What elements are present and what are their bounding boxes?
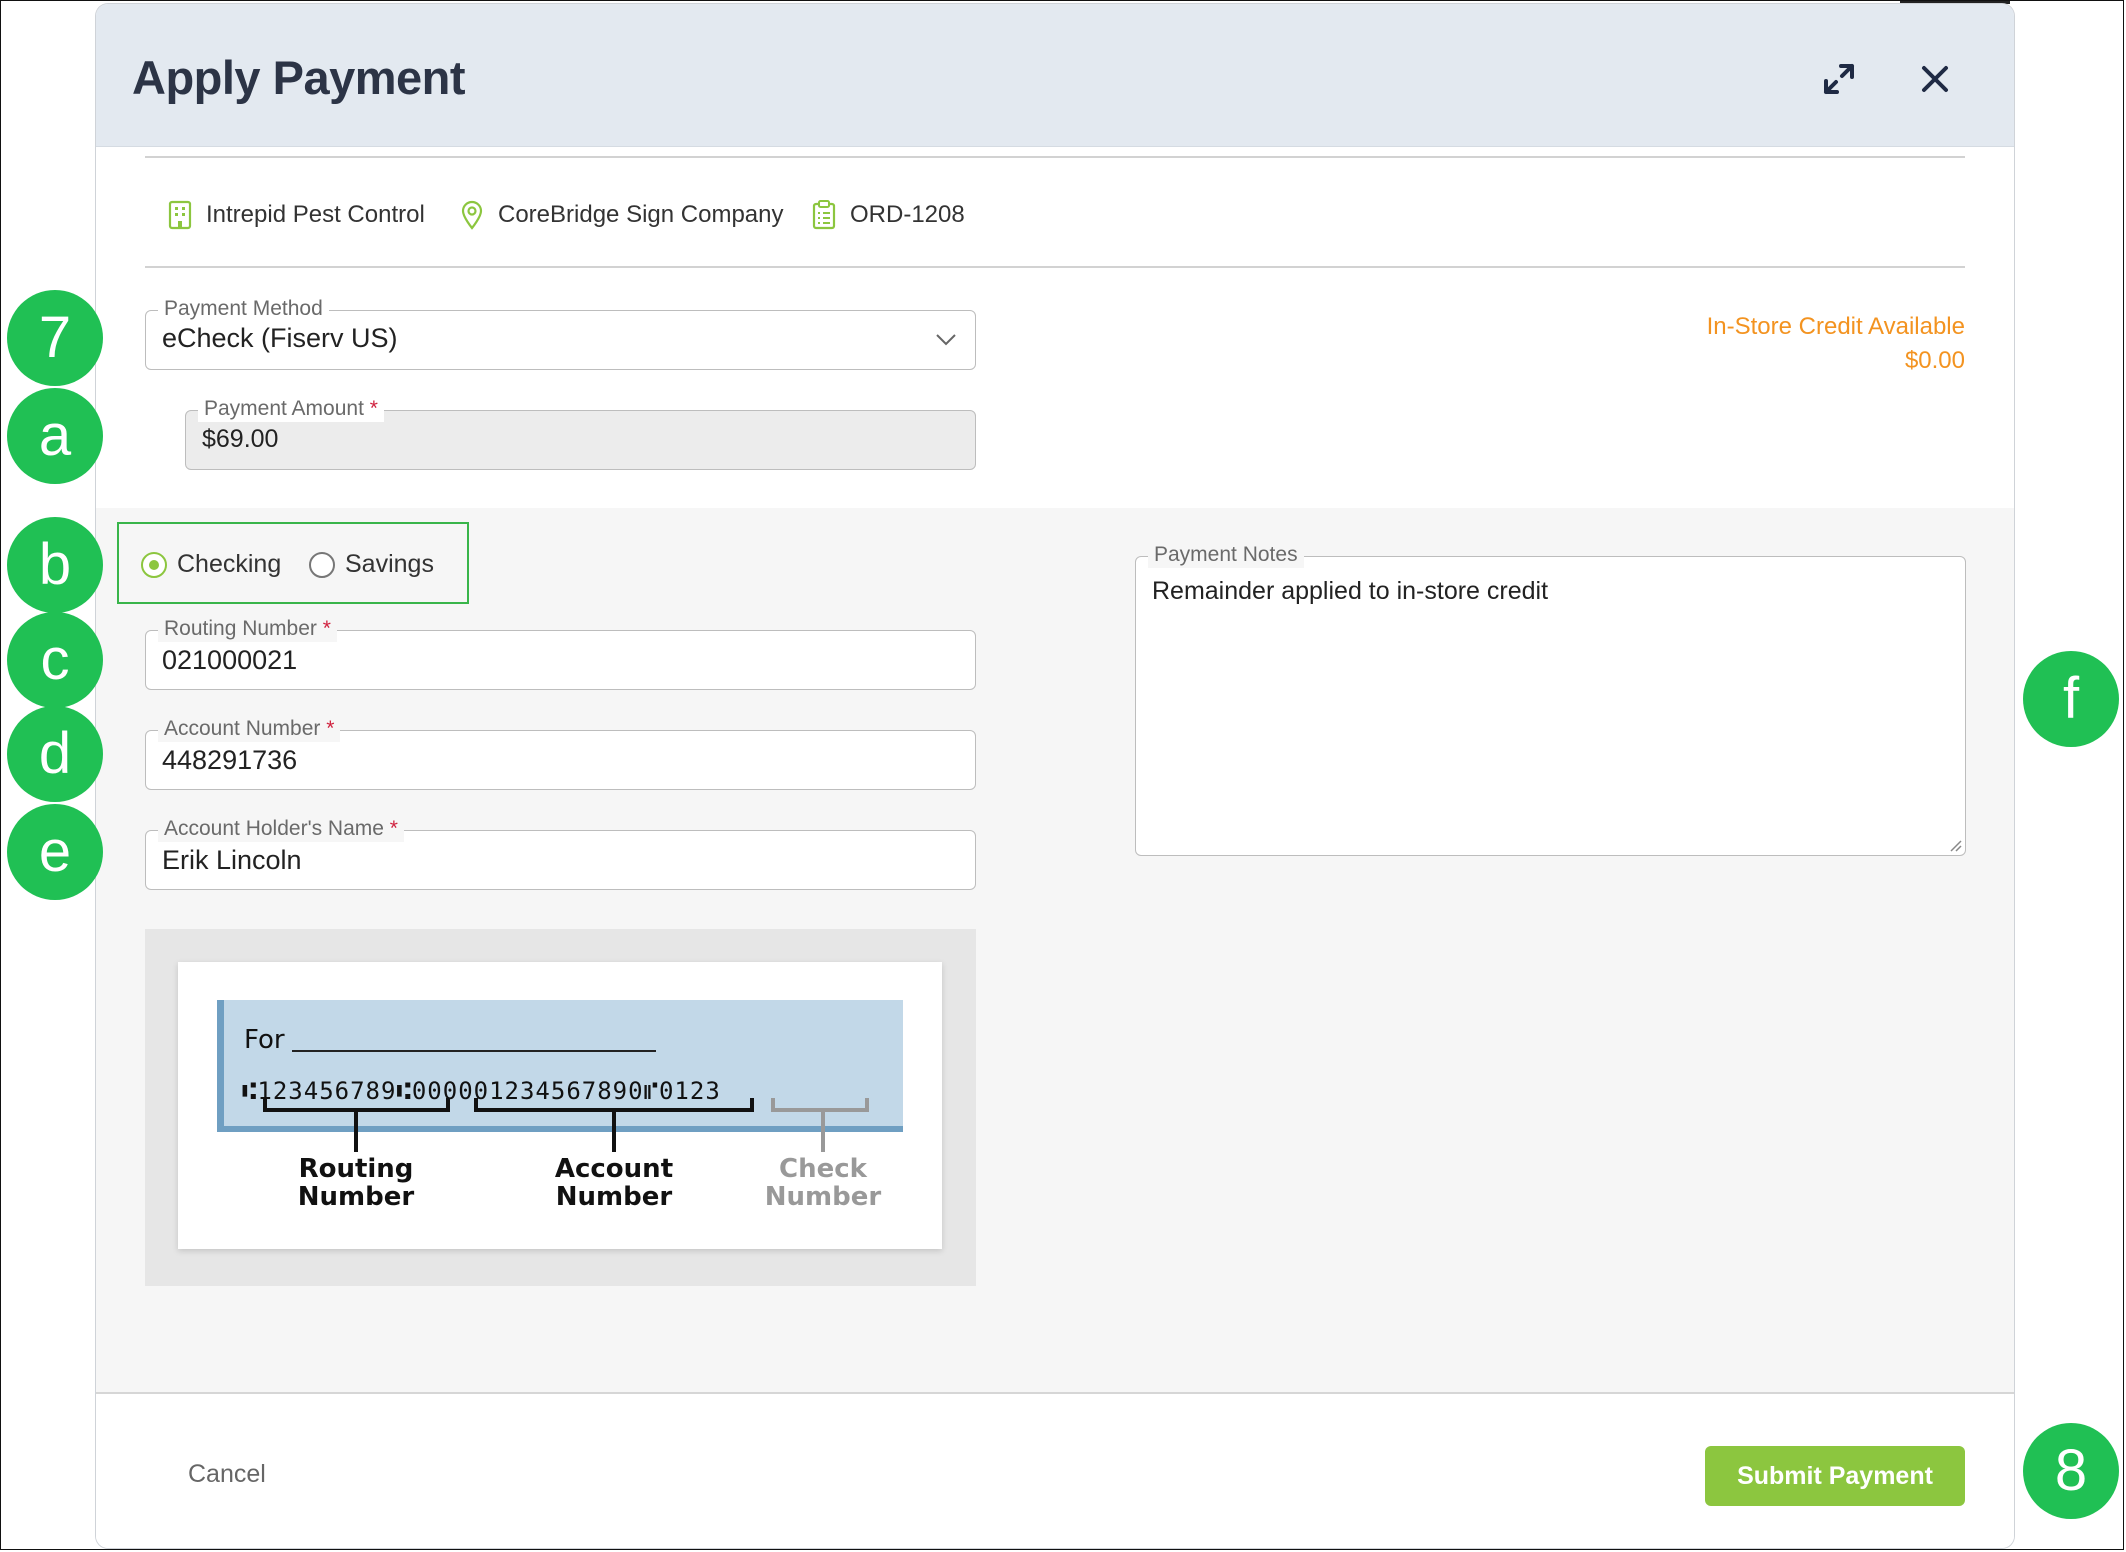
payment-notes-textarea[interactable]: Payment Notes Remainder applied to in-st… <box>1135 542 1966 856</box>
check-for-label: For <box>244 1025 285 1055</box>
context-order: ORD-1208 <box>812 200 965 230</box>
radio-unselected-indicator <box>309 551 335 578</box>
callout-7: 7 <box>7 290 103 386</box>
radio-selected-indicator <box>141 551 167 578</box>
submit-payment-button[interactable]: Submit Payment <box>1705 1446 1965 1506</box>
payment-method-label: Payment Method <box>158 296 329 322</box>
in-store-credit: In-Store Credit Available $0.00 <box>1707 310 1965 378</box>
location-name: CoreBridge Sign Company <box>498 201 784 228</box>
check-micr-line: ⑆123456789⑆000001234567890⑈0123 <box>242 1077 721 1105</box>
in-store-credit-label: In-Store Credit Available <box>1706 313 1965 340</box>
radio-checking-label: Checking <box>177 550 282 578</box>
location-pin-icon <box>461 200 483 230</box>
check-diagram-panel: For ⑆123456789⑆000001234567890⑈0123 Rout… <box>145 929 976 1286</box>
check-diagram-card: For ⑆123456789⑆000001234567890⑈0123 Rout… <box>178 962 942 1249</box>
payment-amount-value: $69.00 <box>202 425 279 453</box>
dialog-header: Apply Payment <box>96 4 2014 147</box>
account-number-input[interactable]: Account Number * 448291736 <box>145 716 976 790</box>
routing-number-caption-1: Routing <box>299 1154 414 1184</box>
callout-d: d <box>7 706 103 802</box>
context-company: Intrepid Pest Control <box>168 200 425 230</box>
account-number-caption-2: Number <box>556 1182 673 1212</box>
close-button[interactable] <box>1912 56 1958 102</box>
account-type-radio-group: Checking Savings <box>117 522 469 604</box>
radio-savings-label: Savings <box>345 550 434 578</box>
callout-e: e <box>7 804 103 900</box>
company-name: Intrepid Pest Control <box>206 201 425 228</box>
callout-c: c <box>7 612 103 708</box>
check-number-caption-1: Check <box>779 1154 868 1184</box>
payment-amount-field[interactable]: Payment Amount * $69.00 <box>185 396 976 470</box>
check-number-caption-2: Number <box>765 1182 882 1212</box>
expand-arrows-icon <box>1824 64 1854 94</box>
payment-notes-value: Remainder applied to in-store credit <box>1152 577 1549 605</box>
payment-notes-label: Payment Notes <box>1148 542 1304 568</box>
callout-a: a <box>7 388 103 484</box>
expand-button[interactable] <box>1816 56 1862 102</box>
payment-amount-label: Payment Amount * <box>198 396 384 422</box>
clipboard-icon <box>812 200 836 230</box>
building-icon <box>168 200 192 230</box>
order-number: ORD-1208 <box>850 201 965 228</box>
payment-method-select[interactable]: Payment Method eCheck (Fiserv US) <box>145 296 976 370</box>
callout-b: b <box>7 517 103 613</box>
top-divider <box>145 156 1965 158</box>
dialog-footer: Cancel Submit Payment <box>96 1392 2014 1548</box>
in-store-credit-amount: $0.00 <box>1904 347 1965 374</box>
routing-number-value: 021000021 <box>162 645 298 675</box>
cancel-button[interactable]: Cancel <box>188 1460 266 1489</box>
callout-f: f <box>2023 651 2119 747</box>
account-holder-name-input[interactable]: Account Holder's Name * Erik Lincoln <box>145 816 976 890</box>
payment-method-value: eCheck (Fiserv US) <box>162 323 398 353</box>
account-number-caption-1: Account <box>555 1154 673 1184</box>
routing-number-label: Routing Number * <box>158 616 337 642</box>
close-icon <box>1922 66 1948 92</box>
radio-savings[interactable]: Savings <box>309 550 434 579</box>
context-location: CoreBridge Sign Company <box>460 200 783 230</box>
routing-number-caption-2: Number <box>298 1182 415 1212</box>
account-holder-name-label: Account Holder's Name * <box>158 816 404 842</box>
account-number-value: 448291736 <box>162 745 298 775</box>
resize-handle-icon[interactable] <box>1946 836 1962 852</box>
callout-8: 8 <box>2023 1423 2119 1519</box>
context-divider <box>145 266 1965 268</box>
account-holder-name-value: Erik Lincoln <box>162 845 302 875</box>
account-number-label: Account Number * <box>158 716 341 742</box>
dialog-title: Apply Payment <box>132 51 466 104</box>
chevron-down-icon <box>936 334 956 346</box>
check-diagram-image: For ⑆123456789⑆000001234567890⑈0123 Rout… <box>217 1000 903 1212</box>
apply-payment-dialog: Apply Payment Intrepid Pest Control Core… <box>96 4 2014 1548</box>
routing-number-input[interactable]: Routing Number * 021000021 <box>145 616 976 690</box>
radio-checking[interactable]: Checking <box>141 550 281 579</box>
